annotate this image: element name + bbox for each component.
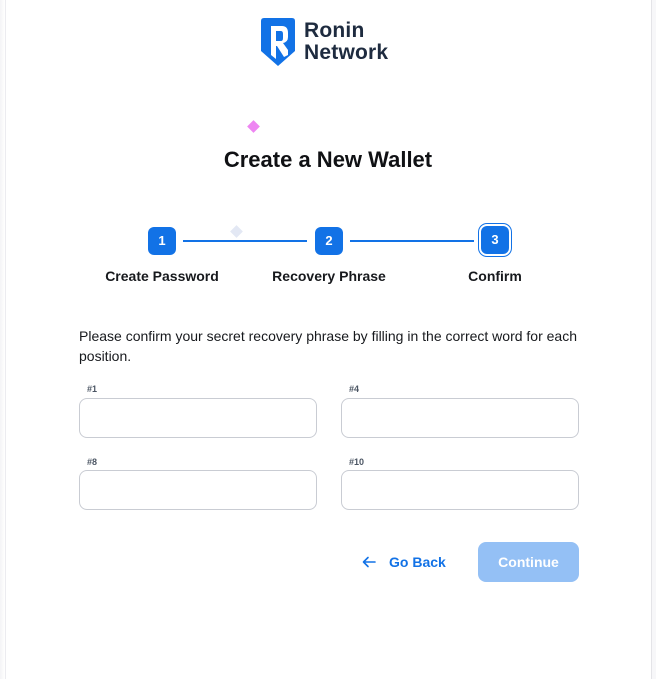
word-4-label: #4: [349, 384, 360, 394]
ronin-logo-icon: [261, 18, 295, 66]
page-title: Create a New Wallet: [223, 147, 433, 172]
continue-button[interactable]: Continue: [478, 542, 579, 582]
arrow-left-icon: [362, 556, 376, 568]
word-1-input[interactable]: [79, 398, 317, 438]
word-8-input[interactable]: [79, 470, 317, 510]
word-10-label: #10: [349, 457, 365, 467]
step-2-label: Recovery Phrase: [272, 268, 386, 284]
word-4-input[interactable]: [341, 398, 579, 438]
sparkle-decoration: [247, 120, 260, 133]
step-1-label: Create Password: [105, 268, 219, 284]
left-window-edge: [0, 0, 6, 679]
word-8-label: #8: [87, 457, 98, 467]
step-1-badge: 1: [148, 227, 176, 255]
word-1-label: #1: [87, 384, 98, 394]
logo-wordmark: Ronin Network: [304, 20, 388, 64]
right-window-edge: [651, 0, 656, 679]
instruction-text: Please confirm your secret recovery phra…: [79, 328, 577, 364]
step-2-badge: 2: [315, 227, 343, 255]
logo-line-1: Ronin: [304, 19, 365, 42]
step-3-label: Confirm: [468, 268, 522, 284]
sparkle-decoration: [230, 225, 243, 238]
step-connector: [350, 240, 474, 242]
step-connector: [183, 240, 307, 242]
step-3-badge: 3: [481, 226, 509, 254]
logo-line-2: Network: [304, 41, 389, 64]
go-back-button[interactable]: Go Back: [362, 549, 446, 575]
create-wallet-page: Ronin Network Create a New Wallet 1 2 3 …: [0, 0, 656, 679]
ronin-logo: Ronin Network: [260, 17, 388, 67]
go-back-label: Go Back: [389, 554, 446, 570]
word-10-input[interactable]: [341, 470, 579, 510]
